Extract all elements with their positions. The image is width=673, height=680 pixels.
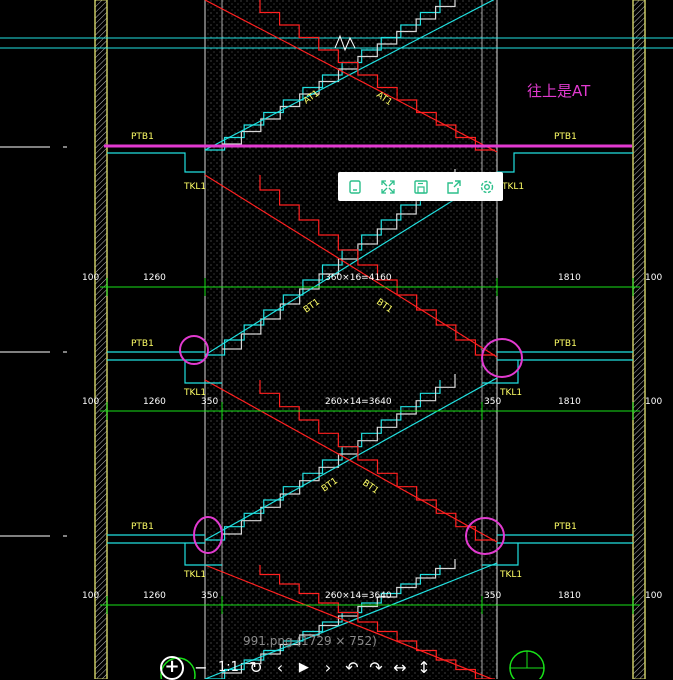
tkl-label: TKL1 xyxy=(501,182,524,192)
dim-label: 350 xyxy=(201,397,218,407)
ptb-label: PTB1 xyxy=(131,132,154,142)
copy-button[interactable] xyxy=(344,176,366,198)
image-toolbar xyxy=(338,172,503,201)
annotation-note: 往上是AT xyxy=(527,82,591,100)
dim-label: 350 xyxy=(484,591,501,601)
dim-label: 100 xyxy=(645,591,662,601)
zoom-out-button[interactable]: − xyxy=(194,656,208,679)
ptb-label: PTB1 xyxy=(554,132,577,142)
stair-well xyxy=(205,0,497,679)
settings-icon xyxy=(480,180,493,193)
flip-horizontal-button[interactable]: ↔ xyxy=(393,656,407,679)
dim-label: 100 xyxy=(645,397,662,407)
tkl-label: TKL1 xyxy=(499,388,522,398)
next-button[interactable]: › xyxy=(321,656,335,679)
tkl-label: TKL1 xyxy=(183,182,206,192)
actual-size-button[interactable]: 1:1 xyxy=(218,656,239,679)
viewer-nav-bar: + − 1:1 ↻ ‹ ▶ › ↶ ↷ ↔ ↕ xyxy=(160,655,431,680)
ptb-label: PTB1 xyxy=(131,339,154,349)
dim-label: 350 xyxy=(484,397,501,407)
fullscreen-icon xyxy=(380,179,395,194)
share-icon xyxy=(446,179,461,194)
tkl-label: TKL1 xyxy=(183,570,206,580)
undo-button[interactable]: ↶ xyxy=(345,656,359,679)
right-wall xyxy=(632,0,646,679)
settings-button[interactable] xyxy=(476,176,498,198)
share-button[interactable] xyxy=(443,176,465,198)
redo-button[interactable]: ↷ xyxy=(369,656,383,679)
save-icon xyxy=(413,179,428,194)
dim-label: 1810 xyxy=(558,591,581,601)
dim-label: 1810 xyxy=(558,397,581,407)
left-wall xyxy=(94,0,108,679)
dim-label: 350 xyxy=(201,591,218,601)
dim-label: 1810 xyxy=(558,273,581,283)
fullscreen-button[interactable] xyxy=(377,176,399,198)
image-viewer: PTB1 PTB1 PTB1 PTB1 PTB1 PTB1 TKL1 TKL1 … xyxy=(0,0,673,680)
dim-label: 1260 xyxy=(143,273,166,283)
cad-stair-drawing: PTB1 PTB1 PTB1 PTB1 PTB1 PTB1 TKL1 TKL1 … xyxy=(0,0,673,679)
save-button[interactable] xyxy=(410,176,432,198)
prev-button[interactable]: ‹ xyxy=(273,656,287,679)
tkl-label: TKL1 xyxy=(499,570,522,580)
dim-label: 100 xyxy=(82,591,99,601)
ptb-label: PTB1 xyxy=(554,339,577,349)
dim-label: 100 xyxy=(82,397,99,407)
rotate-button[interactable]: ↻ xyxy=(249,656,263,679)
flip-vertical-button[interactable]: ↕ xyxy=(417,656,431,679)
ptb-label: PTB1 xyxy=(554,522,577,532)
dim-label: 100 xyxy=(82,273,99,283)
play-button[interactable]: ▶ xyxy=(297,656,311,679)
copy-icon xyxy=(348,179,361,194)
dim-label: 100 xyxy=(645,273,662,283)
dim-label: 1260 xyxy=(143,591,166,601)
dim-label: 360×16=4160 xyxy=(325,273,392,283)
dim-label: 1260 xyxy=(143,397,166,407)
zoom-in-button[interactable]: + xyxy=(160,655,184,680)
image-caption: 991.png (1729 × 752) xyxy=(243,634,377,648)
dim-label: 260×14=3640 xyxy=(325,591,392,601)
dim-label: 260×14=3640 xyxy=(325,397,392,407)
ptb-label: PTB1 xyxy=(131,522,154,532)
